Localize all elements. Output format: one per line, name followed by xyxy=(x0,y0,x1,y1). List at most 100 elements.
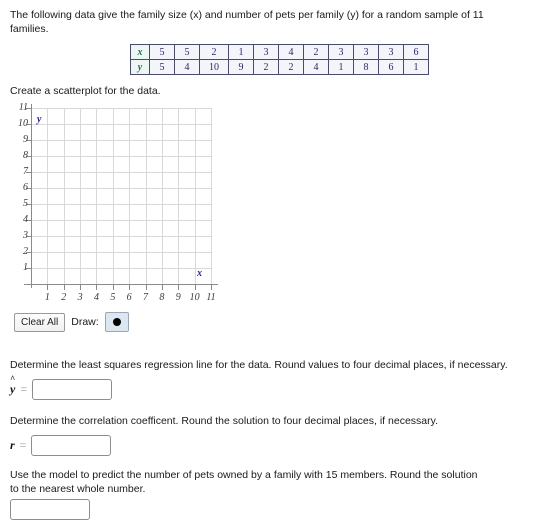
x-axis-label: x xyxy=(197,268,202,279)
y-tick-label: 10 xyxy=(18,118,28,129)
x-tick-label: 7 xyxy=(143,292,149,303)
x-tick-label: 10 xyxy=(189,292,200,303)
table-cell: 3 xyxy=(353,44,379,60)
y-tick-label: 1 xyxy=(23,262,28,273)
draw-label: Draw: xyxy=(71,316,99,328)
y-tick-label: 3 xyxy=(23,230,28,241)
table-cell: 5 xyxy=(174,44,200,60)
correlation-instruction: Determine the correlation coefficent. Ro… xyxy=(10,415,439,427)
x-tick-label: 9 xyxy=(175,292,181,303)
gridline-horizontal xyxy=(31,236,211,237)
x-tick-label: 8 xyxy=(159,292,165,303)
x-axis-tick xyxy=(211,284,212,290)
x-tick-label: 3 xyxy=(77,292,83,303)
gridline-horizontal xyxy=(31,252,211,253)
x-tick-label: 1 xyxy=(44,292,50,303)
table-cell: 2 xyxy=(303,44,329,60)
x-axis-tick xyxy=(47,284,49,290)
table-cell: 2 xyxy=(278,59,304,75)
x-axis-tick xyxy=(63,284,65,290)
gridline-vertical xyxy=(80,108,82,284)
equals-sign-regression: = xyxy=(20,382,28,396)
x-axis-tick xyxy=(112,284,114,290)
x-axis-tick xyxy=(194,284,196,290)
x-axis-tick xyxy=(161,284,163,290)
regression-input[interactable] xyxy=(32,379,113,400)
y-tick-label: 9 xyxy=(23,134,28,145)
x-axis-tick xyxy=(178,284,180,290)
x-axis-line xyxy=(24,284,218,285)
table-cell: 1 xyxy=(228,44,254,60)
prediction-input[interactable] xyxy=(10,499,90,520)
x-tick-label: 11 xyxy=(206,292,216,303)
table-cell: 1 xyxy=(328,59,354,75)
x-tick-label: 4 xyxy=(93,292,99,303)
y-axis-label: y xyxy=(37,114,42,125)
prediction-instruction: Use the model to predict the number of p… xyxy=(10,469,478,495)
x-axis-tick xyxy=(80,284,82,290)
x-tick-label: 6 xyxy=(126,292,132,303)
y-axis-line xyxy=(31,104,32,288)
x-tick-label: 5 xyxy=(110,292,116,303)
gridline-vertical xyxy=(63,108,65,284)
prediction-answer-row xyxy=(10,499,90,520)
table-cell: 4 xyxy=(303,59,329,75)
gridline-horizontal xyxy=(31,156,211,157)
table-cell: 10 xyxy=(199,59,229,75)
table-cell: 9 xyxy=(228,59,254,75)
gridline-vertical xyxy=(178,108,180,284)
draw-point-tool-button[interactable] xyxy=(104,312,129,332)
y-tick-label: 2 xyxy=(23,246,28,257)
table-row: x55213423336 xyxy=(130,44,429,60)
row-header: y xyxy=(130,59,150,75)
table-cell: 3 xyxy=(253,44,279,60)
table-row: y 5 4 10 9 2 2 4 1 8 6 1 xyxy=(130,59,429,75)
table-cell: 6 xyxy=(378,59,404,75)
gridline-horizontal xyxy=(31,268,211,269)
table-cell: 2 xyxy=(253,59,279,75)
table-cell: 4 xyxy=(174,59,200,75)
plot-grid[interactable] xyxy=(31,108,212,284)
gridline-horizontal xyxy=(31,140,211,141)
graph-controls: Clear All Draw: xyxy=(14,312,129,332)
correlation-answer-row: r = xyxy=(10,435,112,456)
gridline-horizontal xyxy=(31,124,211,125)
x-tick-label: 2 xyxy=(61,292,67,303)
y-tick-label: 6 xyxy=(23,182,28,193)
gridline-vertical xyxy=(129,108,131,284)
y-tick-label: 5 xyxy=(23,198,28,209)
yhat-symbol: ^ y xyxy=(10,374,16,397)
gridline-vertical xyxy=(47,108,49,284)
table-cell: 3 xyxy=(378,44,404,60)
regression-answer-row: ^ y = xyxy=(10,374,113,400)
hat-accent: ^ xyxy=(10,374,16,384)
gridline-horizontal xyxy=(31,204,211,205)
regression-instruction: Determine the least squares regression l… xyxy=(10,359,508,371)
row-header: x xyxy=(130,44,150,60)
gridline-horizontal xyxy=(31,108,211,109)
data-table-container: x 5 5 2 1 3 4 2 3 3 3 6 y 5 4 10 9 2 2 4 1 8 6 1 xyxy=(130,44,429,75)
table-cell: 6 xyxy=(403,44,429,60)
gridline-vertical xyxy=(194,108,196,284)
table-cell: 8 xyxy=(353,59,379,75)
correlation-input[interactable] xyxy=(31,435,112,456)
scatterplot-instruction: Create a scatterplot for the data. xyxy=(10,85,161,97)
clear-all-button[interactable]: Clear All xyxy=(14,312,66,332)
table-cell: 5 xyxy=(149,44,175,60)
x-axis-tick xyxy=(96,284,98,290)
equals-sign-correlation: = xyxy=(19,438,27,452)
y-tick-label: 11 xyxy=(18,102,28,113)
gridline-vertical xyxy=(161,108,163,284)
gridline-horizontal xyxy=(31,220,211,221)
y-tick-label: 8 xyxy=(23,150,28,161)
gridline-vertical xyxy=(112,108,114,284)
table-cell: 5 xyxy=(149,59,175,75)
y-tick-label: 4 xyxy=(23,214,28,225)
filled-dot-icon xyxy=(112,318,121,326)
gridline-vertical xyxy=(211,108,212,284)
gridline-horizontal xyxy=(31,188,211,189)
data-table: x 5 5 2 1 3 4 2 3 3 3 6 y 5 4 10 9 2 2 4 1 8 6 1 xyxy=(130,44,429,75)
scatterplot-graph[interactable]: 1 2 3 4 5 6 7 8 9 10 11 1 2 3 4 5 6 7 8 9 10 11 y x xyxy=(10,102,225,304)
table-cell: 3 xyxy=(328,44,354,60)
gridline-horizontal xyxy=(31,172,211,173)
